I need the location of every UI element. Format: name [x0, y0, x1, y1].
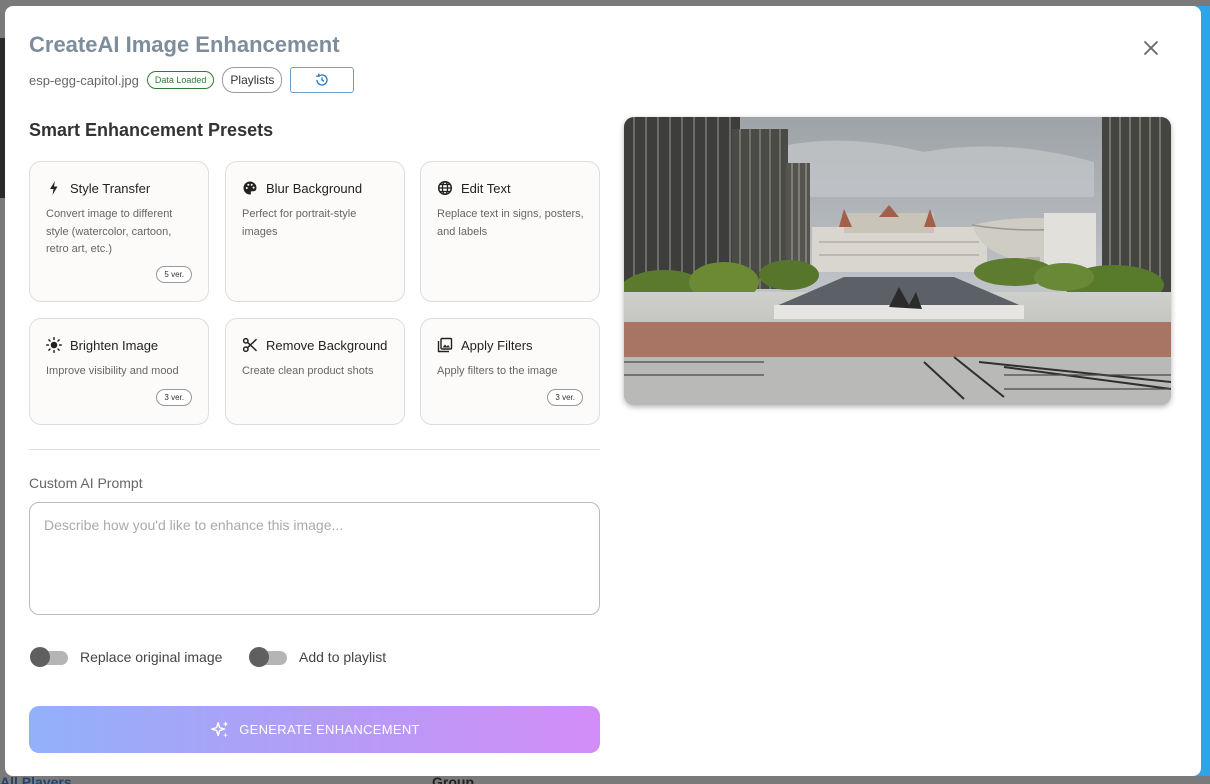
file-meta-row: esp-egg-capitol.jpg Data Loaded Playlist… — [29, 67, 355, 93]
preset-description: Convert image to different style (waterc… — [46, 208, 173, 255]
history-button[interactable] — [290, 67, 355, 93]
close-button[interactable] — [1139, 36, 1163, 60]
replace-original-toggle[interactable] — [30, 646, 68, 668]
image-filter-icon — [437, 337, 453, 353]
version-badge[interactable]: 3 ver. — [156, 389, 192, 406]
replace-original-option: Replace original image — [30, 646, 222, 668]
custom-prompt-label: Custom AI Prompt — [29, 475, 143, 491]
history-icon — [316, 73, 329, 86]
preset-apply-filters[interactable]: Apply Filters Apply filters to the image… — [420, 318, 600, 425]
dialog-title: CreateAI Image Enhancement — [29, 32, 340, 57]
palette-icon — [242, 180, 258, 196]
add-to-playlist-toggle[interactable] — [249, 646, 287, 668]
preset-description: Create clean product shots — [242, 365, 374, 377]
file-name: esp-egg-capitol.jpg — [29, 72, 139, 88]
preset-edit-text[interactable]: Edit Text Replace text in signs, posters… — [420, 161, 600, 302]
enhancement-dialog: CreateAI Image Enhancement esp-egg-capit… — [5, 6, 1201, 776]
preset-title: Remove Background — [266, 337, 388, 353]
preset-title: Brighten Image — [70, 337, 159, 353]
section-divider — [29, 449, 600, 450]
replace-original-label: Replace original image — [80, 649, 223, 665]
version-badge[interactable]: 5 ver. — [156, 266, 192, 283]
image-preview — [624, 117, 1171, 405]
data-loaded-badge: Data Loaded — [146, 71, 215, 89]
preset-description: Apply filters to the image — [437, 365, 558, 377]
scissors-icon — [242, 337, 258, 353]
preset-description: Improve visibility and mood — [46, 365, 179, 377]
preset-blur-background[interactable]: Blur Background Perfect for portrait-sty… — [225, 161, 405, 302]
add-to-playlist-label: Add to playlist — [299, 649, 387, 665]
preset-description: Perfect for portrait-style images — [242, 208, 357, 238]
bolt-icon — [46, 180, 62, 196]
sparkles-icon — [211, 720, 229, 738]
presets-heading: Smart Enhancement Presets — [29, 120, 274, 140]
close-icon — [1144, 41, 1158, 55]
preset-title: Style Transfer — [70, 180, 151, 196]
preset-style-transfer[interactable]: Style Transfer Convert image to differen… — [29, 161, 209, 302]
preset-title: Blur Background — [266, 180, 363, 196]
add-to-playlist-option: Add to playlist — [249, 646, 386, 668]
sun-icon — [46, 337, 62, 353]
preset-brighten-image[interactable]: Brighten Image Improve visibility and mo… — [29, 318, 209, 425]
preset-remove-background[interactable]: Remove Background Create clean product s… — [225, 318, 405, 425]
version-badge[interactable]: 3 ver. — [547, 389, 583, 406]
custom-prompt-input[interactable] — [29, 502, 600, 615]
preset-title: Apply Filters — [461, 337, 533, 353]
generate-button-label: GENERATE ENHANCEMENT — [239, 722, 420, 737]
preset-title: Edit Text — [461, 180, 511, 196]
playlists-chip[interactable]: Playlists — [222, 67, 283, 93]
generate-enhancement-button[interactable]: GENERATE ENHANCEMENT — [29, 706, 600, 753]
preset-description: Replace text in signs, posters, and labe… — [437, 208, 584, 238]
globe-icon — [437, 180, 453, 196]
